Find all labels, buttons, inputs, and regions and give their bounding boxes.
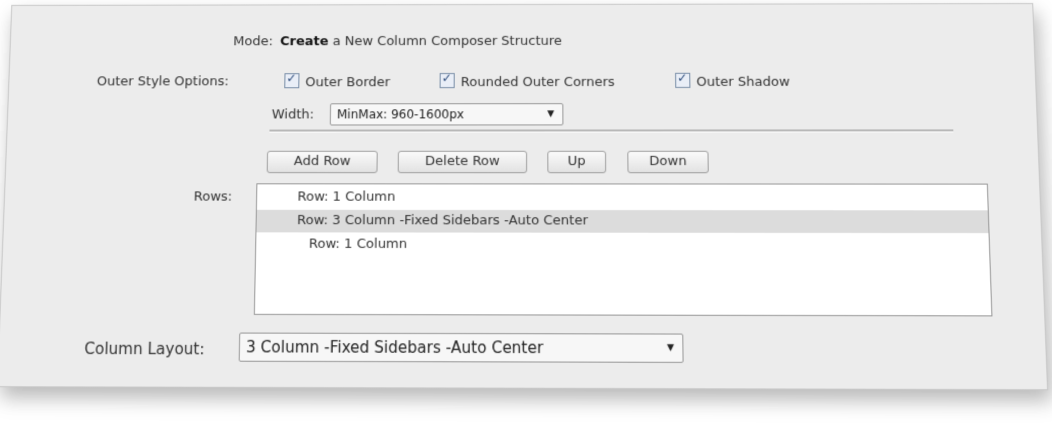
delete-row-button[interactable]: Delete Row — [397, 150, 528, 174]
checkmark-icon — [439, 73, 455, 89]
mode-label: Mode: — [233, 34, 274, 50]
outer-border-checkbox[interactable]: Outer Border — [284, 73, 390, 90]
width-label: Width: — [271, 107, 315, 123]
rows-listbox[interactable]: Row: 1 Column Row: 3 Column -Fixed Sideb… — [253, 183, 993, 317]
column-composer-panel: Mode: Create a New Column Composer Struc… — [0, 3, 1049, 391]
divider — [269, 129, 954, 133]
up-button[interactable]: Up — [547, 150, 607, 174]
checkmark-icon — [284, 73, 300, 89]
width-select[interactable]: MinMax: 960-1600px ▼ — [329, 103, 564, 126]
rows-label: Rows: — [193, 189, 233, 205]
chevron-down-icon: ▼ — [666, 342, 675, 354]
outer-shadow-label: Outer Shadow — [696, 74, 790, 90]
add-row-button[interactable]: Add Row — [266, 150, 378, 174]
mode-value-bold: Create — [279, 34, 329, 50]
column-layout-label: Column Layout: — [84, 339, 205, 359]
outer-style-label: Outer Style Options: — [96, 74, 229, 90]
checkmark-icon — [675, 72, 691, 88]
mode-value: Create a New Column Composer Structure — [280, 34, 562, 49]
list-item-label: Row: 3 Column -Fixed Sidebars -Auto Cent… — [296, 212, 588, 229]
rounded-corners-checkbox[interactable]: Rounded Outer Corners — [439, 73, 615, 91]
outer-shadow-checkbox[interactable]: Outer Shadow — [675, 72, 790, 90]
outer-border-label: Outer Border — [305, 75, 391, 91]
rounded-corners-label: Rounded Outer Corners — [460, 74, 615, 91]
down-button[interactable]: Down — [627, 150, 709, 174]
list-item-selected[interactable]: Row: 3 Column -Fixed Sidebars -Auto Cent… — [256, 209, 989, 234]
column-layout-select[interactable]: 3 Column -Fixed Sidebars -Auto Center ▼ — [238, 332, 684, 363]
list-item[interactable]: Row: 1 Column — [257, 186, 988, 209]
column-layout-value: 3 Column -Fixed Sidebars -Auto Center — [245, 337, 544, 358]
width-select-value: MinMax: 960-1600px — [336, 107, 465, 122]
list-item-label: Row: 1 Column — [308, 236, 408, 253]
mode-value-rest: a New Column Composer Structure — [332, 33, 563, 50]
list-item[interactable]: Row: 1 Column — [256, 233, 989, 257]
list-item-label: Row: 1 Column — [297, 189, 396, 205]
chevron-down-icon: ▼ — [547, 109, 555, 120]
